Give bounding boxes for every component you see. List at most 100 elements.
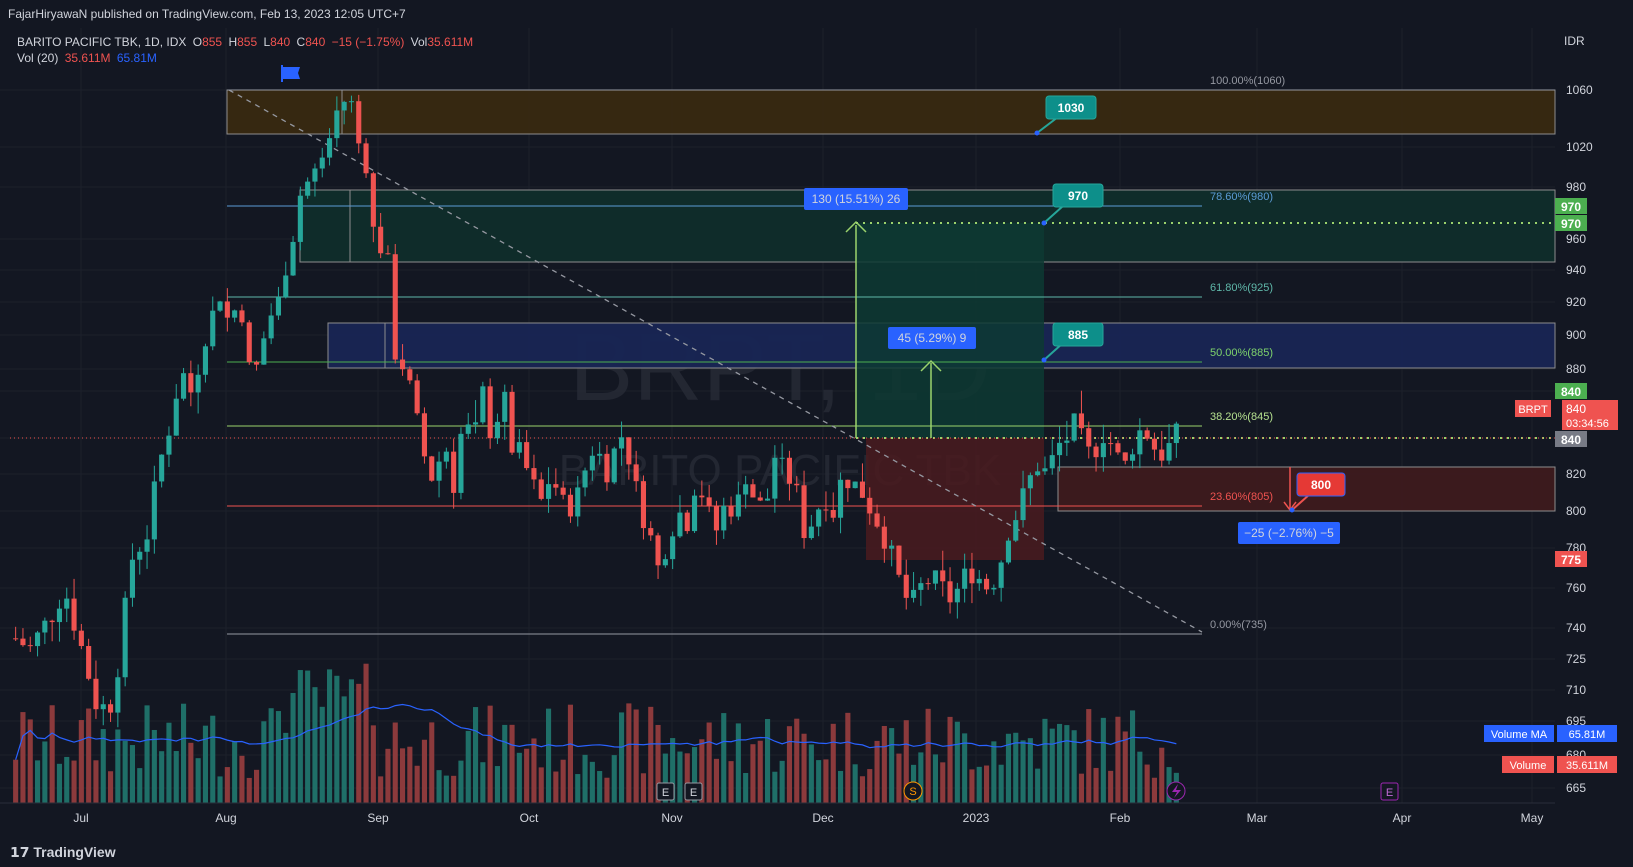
volume-bar [743,772,749,803]
volume-bar [531,738,537,803]
volume-bar [772,771,778,803]
candle-body [969,568,975,584]
candle-body [976,578,982,584]
candle-body [910,589,917,598]
candle-body [363,143,369,174]
price-tick-label: 880 [1566,362,1586,376]
candle-body [166,435,172,455]
candle-body [538,479,544,499]
high-value: 855 [237,35,258,49]
candle-body [1159,449,1165,461]
candle-body [144,539,150,552]
volume-bar [560,759,566,803]
candle-body [830,509,836,518]
candle-body [823,509,829,511]
volume-bar [633,709,639,803]
candle-body [290,241,296,276]
candle-body [786,457,793,484]
volume-tag-text: Volume [1510,760,1547,772]
vol20-ma-value: 65.81M [116,51,157,65]
candle-body [640,481,647,529]
candle-body [1020,488,1026,521]
low-value: 840 [270,35,291,49]
volume-bar [954,721,960,803]
volume-bar [969,769,975,803]
close-value: 840 [305,35,326,49]
volume-bar [1093,767,1099,803]
volume-bar [129,745,136,803]
time-tick-label: Feb [1110,811,1131,825]
tradingview-logo[interactable]: 𝟭𝟳 TradingView [10,838,116,867]
candle-body [1071,413,1077,441]
volume-bar [750,744,756,803]
volume-label: Vol [410,35,428,49]
volume-bar [451,775,457,803]
candle-body [706,497,712,506]
volume-bar [502,724,508,803]
vol20-label[interactable]: Vol (20) [17,51,58,65]
time-tick-label: Aug [215,811,236,825]
volume-bar [611,755,617,803]
volume-bar [991,741,997,803]
candle-body [677,512,683,537]
volume-bar [480,762,486,803]
time-tick-label: 2023 [963,811,990,825]
volume-bar [516,752,522,803]
candle-body [1115,443,1121,453]
candle-body [684,512,690,532]
volume-bar [823,759,829,803]
volume-bar [575,774,581,803]
volume-bar [122,740,128,803]
candle-body [721,505,727,531]
candle-body [217,301,223,311]
volume-bar [626,703,632,803]
price-tick-label: 1060 [1566,83,1593,97]
earnings-marker-text: E [690,787,697,799]
candle-body [27,645,33,647]
candle-body [560,487,566,495]
volume-bar [494,766,501,803]
long-position-loss-zone[interactable] [866,438,1044,560]
volume-bar [1049,728,1055,803]
candle-body [487,386,493,439]
symbol-info[interactable]: BARITO PACIFIC TBK, 1D, IDX [17,35,186,49]
candle-body [728,505,734,517]
volume-bar [1129,710,1136,803]
candle-body [597,453,603,456]
candle-body [575,487,581,517]
earnings-marker-text: E [1386,787,1393,799]
price-tag-840b-text: 840 [1561,433,1581,447]
volume-bar [465,730,471,803]
volume-bar [1020,740,1026,803]
candle-body [735,494,741,517]
price-chart[interactable]: BRPT, 1D BARITO PACIFIC TBK 100.00%(1060… [0,0,1633,867]
publish-info: FajarHiryawaN published on TradingView.c… [8,7,406,21]
price-tick-label: 760 [1566,581,1586,595]
volume-bar [677,751,683,803]
volume-bar [735,723,741,803]
volume-bar [159,751,165,803]
candle-body [852,481,858,489]
callout-885-anchor [1041,357,1047,363]
volume-bar [932,754,939,803]
candle-body [100,704,106,710]
volume-bar [334,675,340,803]
candle-body [195,374,201,393]
candle-body [137,551,143,560]
volume-bar [326,669,333,803]
candle-body [896,545,902,575]
volume-bar [319,706,325,803]
price-tick-label: 820 [1566,467,1586,481]
measure-label-small: 45 (5.29%) 9 [898,331,967,345]
candle-body [480,386,486,423]
volume-bar [816,760,822,803]
open-label: O [192,35,203,49]
candle-body [1035,471,1041,476]
candle-body [93,678,99,710]
candle-body [370,173,376,227]
candle-body [1129,454,1136,461]
callout-800-anchor [1289,507,1295,513]
volume-bar [713,758,720,803]
volume-bar [49,705,55,803]
flag-icon[interactable] [283,67,300,79]
